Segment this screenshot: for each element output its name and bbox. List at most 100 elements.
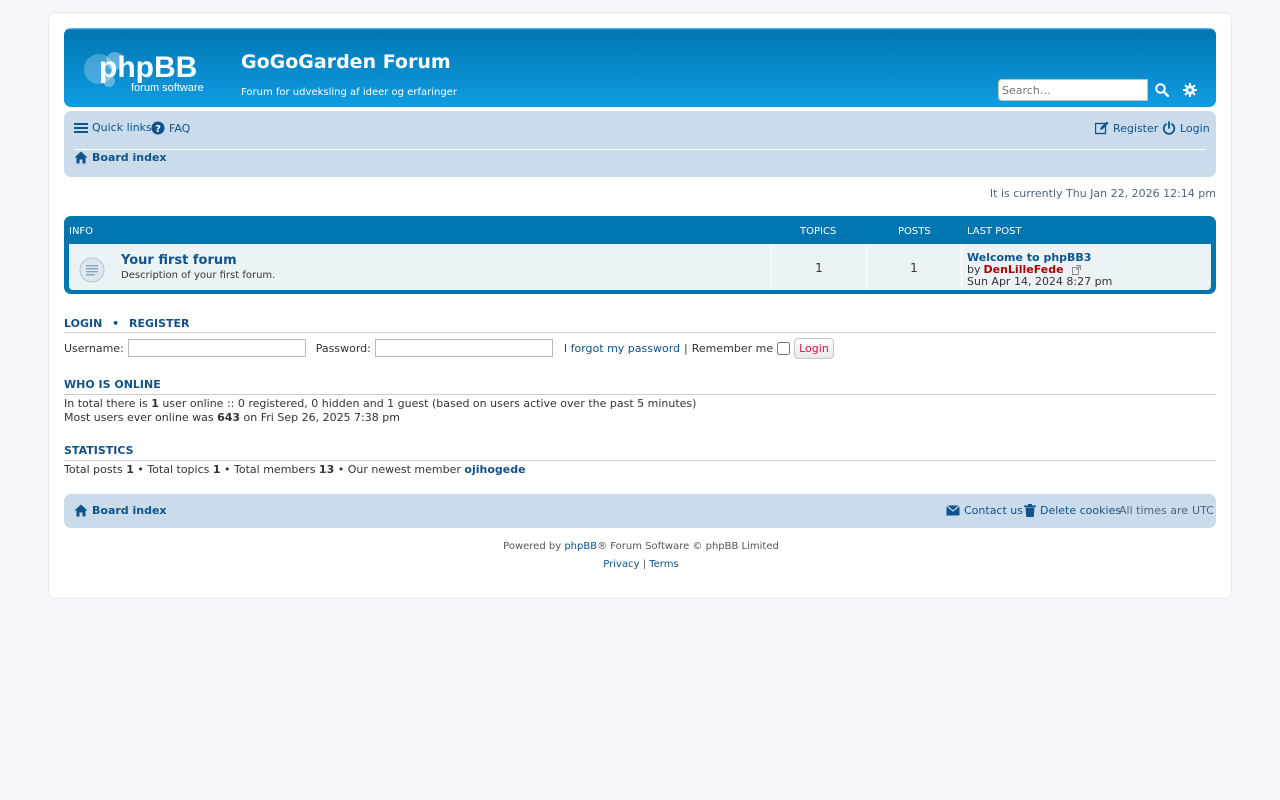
footer-legal-links: Privacy | Terms	[49, 559, 1233, 570]
svg-text:?: ?	[155, 124, 161, 135]
login-button[interactable]: Login	[794, 337, 834, 359]
section-divider	[64, 332, 1216, 333]
site-title: GoGoGarden Forum	[241, 51, 451, 73]
newest-member-link[interactable]: ojihogede	[464, 463, 525, 476]
login-link[interactable]: Login	[1162, 121, 1210, 135]
search-button[interactable]	[1148, 79, 1176, 101]
header-posts: Posts	[898, 226, 931, 237]
pipe-separator: |	[684, 341, 688, 355]
home-icon	[74, 151, 88, 164]
online-prefix: In total there is	[64, 397, 148, 410]
timezone-value: UTC	[1192, 504, 1214, 517]
envelope-icon	[946, 505, 960, 516]
question-circle-icon: ?	[151, 121, 165, 135]
current-time: It is currently Thu Jan 22, 2026 12:14 p…	[989, 187, 1216, 200]
forum-description: Description of your first forum.	[121, 270, 276, 281]
site-logo[interactable]: phpBB forum software	[79, 43, 229, 95]
password-input[interactable]	[374, 339, 553, 357]
board-index-label: Board index	[92, 151, 167, 164]
most-online-prefix: Most users ever online was	[64, 411, 214, 424]
quick-links-menu[interactable]: Quick links	[74, 121, 152, 134]
legal-pipe: |	[642, 559, 647, 570]
password-label: Password:	[315, 341, 371, 355]
login-header-link[interactable]: Login	[64, 317, 102, 330]
search-icon	[1155, 83, 1169, 97]
logo-text: phpBB	[99, 51, 197, 84]
online-users-line: In total there is 1 user online :: 0 reg…	[64, 397, 696, 410]
last-post-date: Sun Apr 14, 2024 8:27 pm	[967, 275, 1113, 288]
posts-count: 1	[910, 261, 918, 275]
topics-count: 1	[815, 261, 823, 275]
advanced-search-button[interactable]	[1176, 79, 1204, 101]
timezone-info: All times are UTC	[1119, 504, 1214, 517]
login-section-title: Login • Register	[64, 317, 1216, 336]
power-icon	[1162, 121, 1176, 135]
statistics-line: Total posts 1 • Total topics 1 • Total m…	[64, 463, 526, 476]
breadcrumb-board-index[interactable]: Board index	[74, 151, 167, 164]
gear-icon	[1183, 83, 1197, 97]
remember-me-checkbox[interactable]	[777, 341, 791, 355]
powered-by-label: Powered by	[503, 541, 562, 552]
site-description: Forum for udveksling af ideer og erfarin…	[241, 87, 457, 98]
view-latest-post-link[interactable]	[1071, 264, 1081, 275]
newest-member-label: • Our newest member	[337, 463, 461, 476]
site-header: phpBB forum software GoGoGarden Forum Fo…	[64, 28, 1216, 107]
username-input[interactable]	[127, 339, 306, 357]
column-divider	[961, 244, 962, 290]
forum-title-link[interactable]: Your first forum	[121, 253, 237, 268]
login-label: Login	[1180, 121, 1210, 135]
who-is-online-link[interactable]: Who is online	[64, 378, 161, 391]
total-members-value: 13	[318, 463, 335, 476]
privacy-link[interactable]: Privacy	[603, 559, 639, 570]
delete-cookies-label: Delete cookies	[1040, 504, 1122, 517]
forum-list: Info Topics Posts Last post Your first f…	[64, 216, 1216, 294]
powered-by: Powered by phpBB® Forum Software © phpBB…	[49, 541, 1233, 552]
total-topics-label: • Total topics	[137, 463, 210, 476]
delete-cookies-link[interactable]: Delete cookies	[1024, 504, 1121, 517]
trash-icon	[1024, 504, 1036, 517]
forum-row: Your first forum Description of your fir…	[69, 244, 1211, 290]
quick-links-label: Quick links	[92, 121, 152, 134]
total-posts-label: Total posts	[64, 463, 123, 476]
pencil-square-icon	[1095, 121, 1109, 135]
footer-board-index-label: Board index	[92, 504, 167, 517]
page-wrapper: phpBB forum software GoGoGarden Forum Fo…	[48, 12, 1232, 599]
username-label: Username:	[64, 341, 124, 355]
phpbb-logo-icon: phpBB forum software	[84, 51, 204, 94]
register-link[interactable]: Register	[1095, 121, 1158, 135]
hamburger-icon	[74, 122, 88, 133]
total-topics-value: 1	[212, 463, 221, 476]
search-box	[998, 78, 1206, 102]
contact-us-link[interactable]: Contact us	[946, 504, 1023, 517]
copyright-text: ® Forum Software © phpBB Limited	[597, 541, 779, 552]
section-divider	[64, 460, 1216, 461]
login-form: Username: Password: I forgot my password…	[64, 337, 834, 359]
external-link-icon	[1071, 264, 1081, 275]
contact-us-label: Contact us	[964, 504, 1023, 517]
remember-me-label: Remember me	[691, 341, 774, 355]
navbar: Quick links ? FAQ Register Login Board i…	[64, 111, 1216, 177]
faq-label: FAQ	[169, 121, 191, 135]
home-icon	[74, 504, 88, 517]
faq-link[interactable]: ? FAQ	[151, 121, 190, 135]
footer-board-index-link[interactable]: Board index	[74, 504, 167, 517]
register-header-link[interactable]: Register	[129, 317, 190, 330]
terms-link[interactable]: Terms	[649, 559, 678, 570]
most-online-suffix: on Fri Sep 26, 2025 7:38 pm	[243, 411, 400, 424]
timezone-label: All times are	[1119, 504, 1189, 517]
online-suffix: user online :: 0 registered, 0 hidden an…	[162, 397, 697, 410]
register-label: Register	[1113, 121, 1159, 135]
most-online-line: Most users ever online was 643 on Fri Se…	[64, 411, 400, 424]
phpbb-link[interactable]: phpBB	[564, 541, 597, 552]
search-input[interactable]	[998, 79, 1148, 101]
navbar-divider	[74, 149, 1206, 150]
total-members-label: • Total members	[224, 463, 316, 476]
section-divider	[64, 394, 1216, 395]
footer-navbar: Board index Contact us Delete cookies Al…	[64, 494, 1216, 528]
separator-dot: •	[112, 317, 120, 330]
forgot-password-link[interactable]: I forgot my password	[564, 342, 680, 355]
header-topics: Topics	[800, 226, 837, 237]
logo-subtext: forum software	[131, 82, 204, 94]
header-last-post: Last post	[967, 226, 1022, 237]
most-online-count: 643	[217, 411, 241, 424]
